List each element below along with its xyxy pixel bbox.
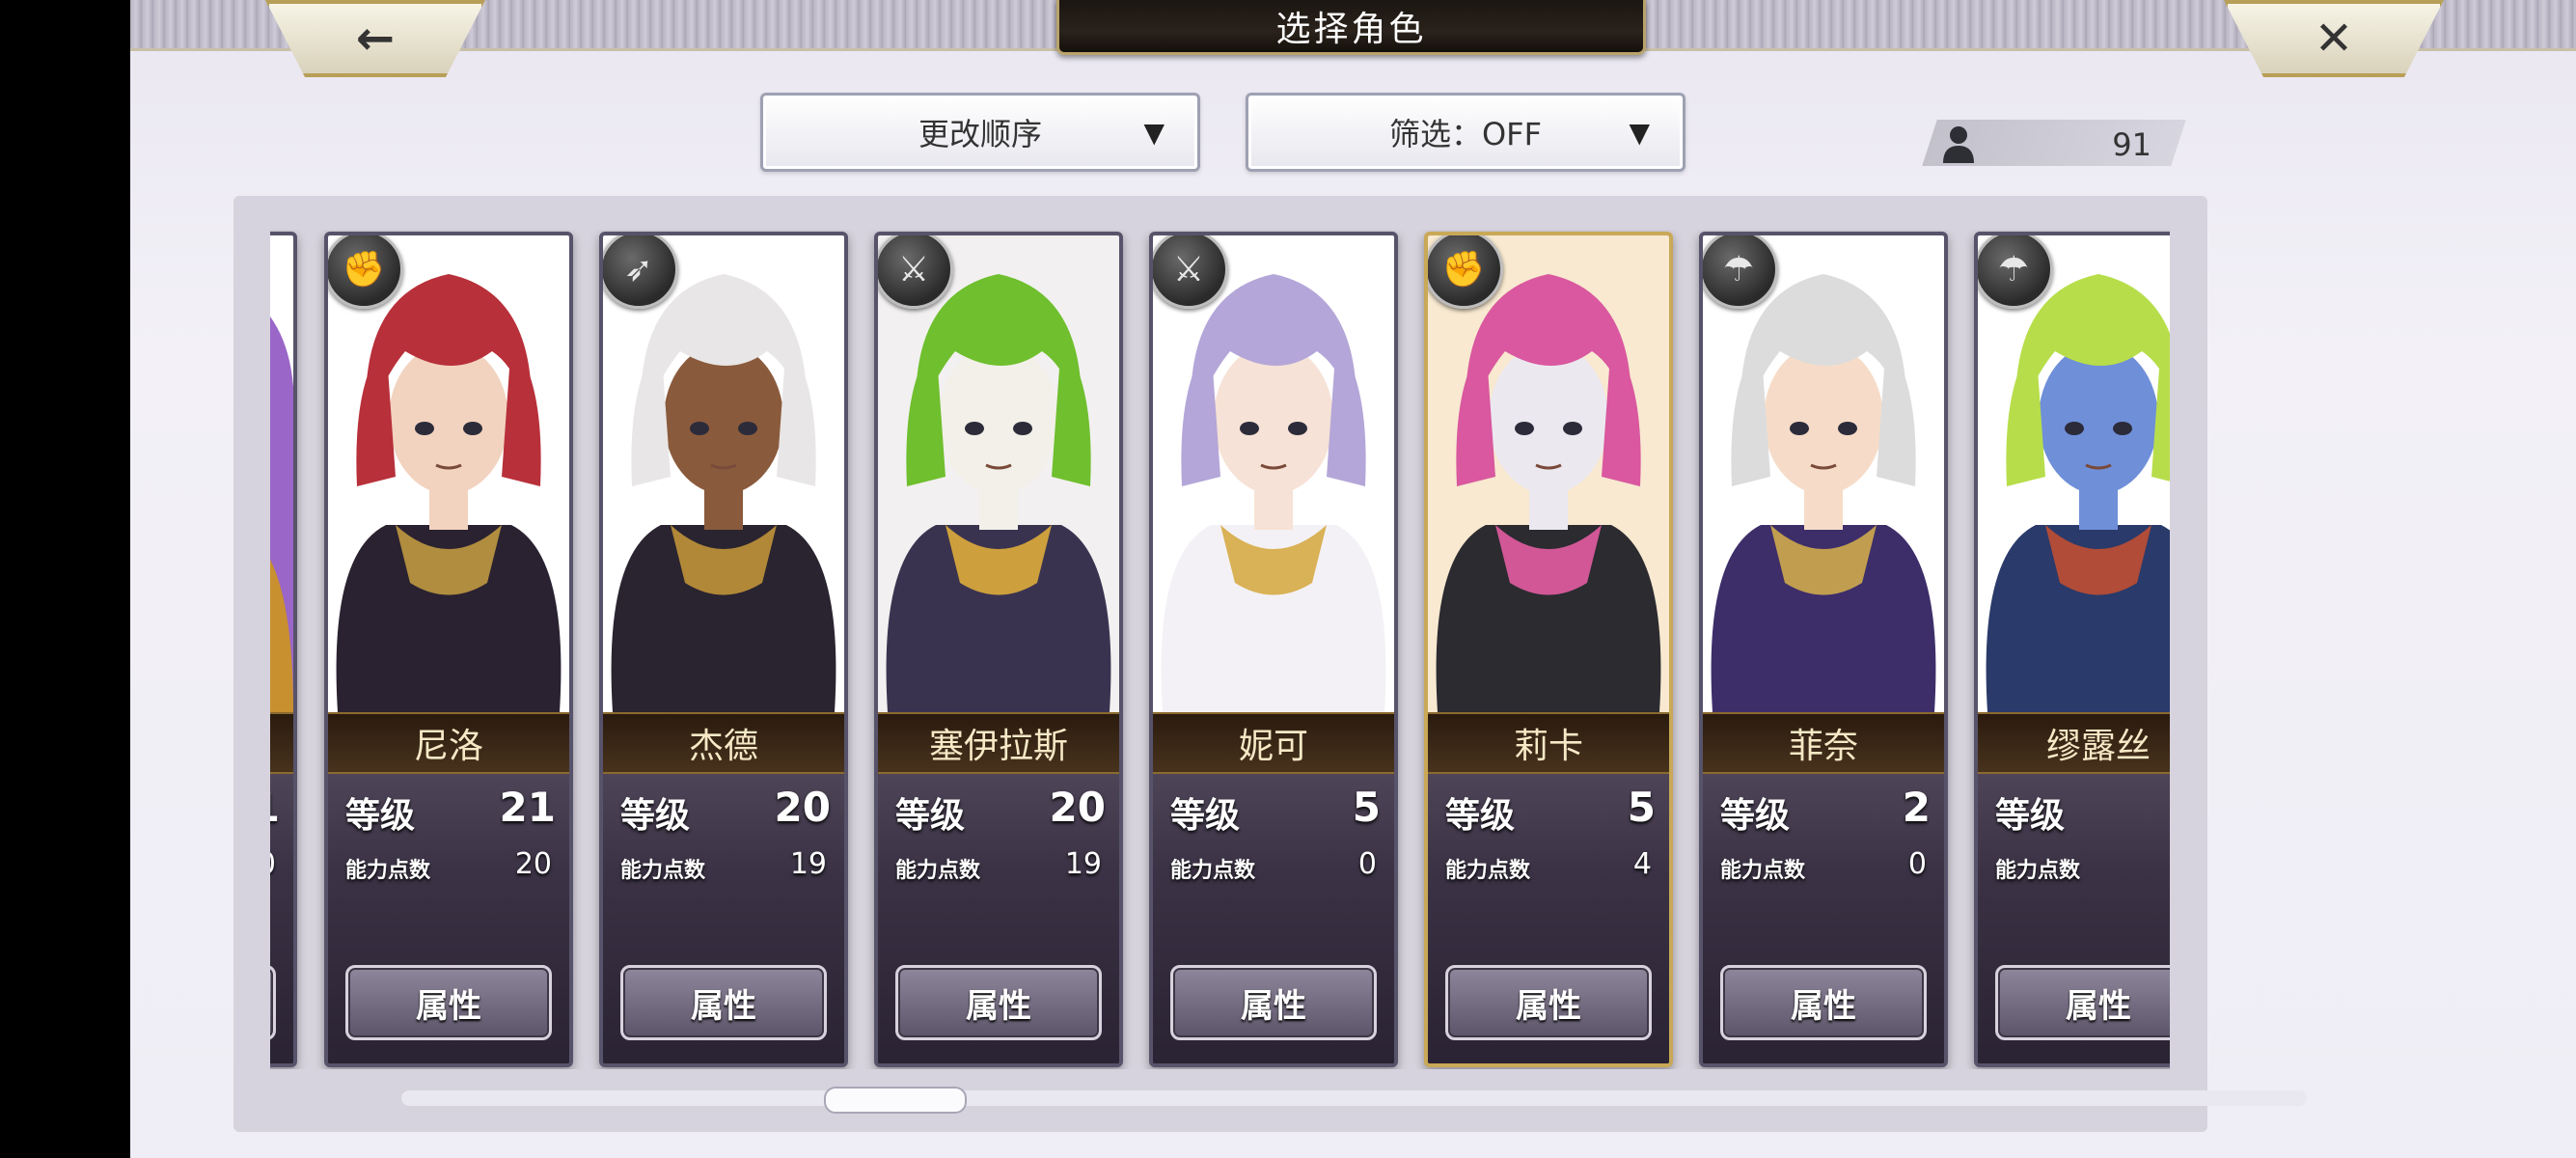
character-name-plate: 塞伊拉斯 bbox=[878, 712, 1119, 774]
character-name-plate: 莉卡 bbox=[1428, 712, 1669, 774]
character-name: 杰德 bbox=[688, 727, 758, 766]
character-name: 尼洛 bbox=[413, 727, 483, 766]
attributes-button-label: 属性 bbox=[416, 986, 481, 1026]
page-title: 选择角色 bbox=[1275, 10, 1427, 49]
attributes-button[interactable]: 属性 bbox=[895, 965, 1102, 1040]
fist-icon: ✊ bbox=[328, 235, 403, 309]
attributes-button[interactable] bbox=[270, 965, 276, 1040]
character-ability-points: 19 bbox=[789, 847, 827, 881]
character-name-plate: 杰德 bbox=[603, 712, 844, 774]
character-stats: 尼洛 等级 21 能力点数 20 属性 bbox=[328, 712, 569, 1063]
attributes-button-label: 属性 bbox=[691, 986, 756, 1026]
level-label: 等级 bbox=[895, 796, 966, 836]
character-ability-points: 0 bbox=[1907, 847, 1927, 881]
character-level: 2 bbox=[1902, 784, 1931, 831]
character-stats: 缪露丝 等级 能力点数 属性 bbox=[1978, 712, 2170, 1063]
back-arrow-icon: ← bbox=[355, 12, 396, 66]
character-name: 妮可 bbox=[1238, 727, 1308, 766]
character-ability-points: 20 bbox=[270, 847, 276, 881]
staff-icon: ☂ bbox=[1703, 235, 1778, 309]
character-name-plate: 缪露丝 bbox=[1978, 712, 2170, 774]
level-label: 等级 bbox=[345, 796, 416, 836]
character-level: 5 bbox=[1352, 784, 1381, 831]
level-label: 等级 bbox=[1445, 796, 1516, 836]
close-icon: ✕ bbox=[2314, 12, 2354, 66]
level-label: 等级 bbox=[1995, 796, 2066, 836]
ability-points-label: 能力点数 bbox=[1170, 859, 1256, 883]
person-icon bbox=[1943, 126, 1974, 163]
character-level: 21 bbox=[270, 784, 280, 831]
sword-icon: ⚔ bbox=[878, 235, 953, 309]
title-plate: 选择角色 bbox=[1056, 0, 1646, 55]
character-name-plate: 妮可 bbox=[1153, 712, 1394, 774]
chevron-down-icon: ▼ bbox=[1143, 117, 1165, 149]
ability-points-label: 能力点数 bbox=[895, 859, 981, 883]
sort-order-label: 更改顺序 bbox=[918, 116, 1042, 152]
character-card[interactable]: ☂ 缪露丝 等级 能力点数 属性 bbox=[1974, 232, 2170, 1067]
character-name-plate bbox=[270, 712, 293, 774]
character-card[interactable]: ✊ 莉卡 等级 5 能力点数 4 属性 bbox=[1424, 232, 1673, 1067]
character-carousel[interactable]: 21 20 ✊ bbox=[270, 230, 2170, 1069]
character-card[interactable]: ☂ 菲奈 等级 2 能力点数 0 属性 bbox=[1699, 232, 1948, 1067]
roster-count: 91 bbox=[2112, 126, 2151, 163]
character-stats: 妮可 等级 5 能力点数 0 属性 bbox=[1153, 712, 1394, 1063]
character-stats: 21 20 bbox=[270, 712, 293, 1063]
character-name: 缪露丝 bbox=[2045, 727, 2151, 766]
character-portrait bbox=[270, 235, 293, 712]
level-label: 等级 bbox=[620, 796, 691, 836]
staff-icon: ☂ bbox=[1978, 235, 2053, 309]
ability-points-label: 能力点数 bbox=[1995, 859, 2081, 883]
sort-order-dropdown[interactable]: 更改顺序 ▼ bbox=[760, 93, 1200, 172]
character-ability-points: 19 bbox=[1064, 847, 1102, 881]
attributes-button[interactable]: 属性 bbox=[1720, 965, 1927, 1040]
character-ability-points: 4 bbox=[1632, 847, 1652, 881]
character-stats: 杰德 等级 20 能力点数 19 属性 bbox=[603, 712, 844, 1063]
character-ability-points: 0 bbox=[1357, 847, 1377, 881]
ability-points-label: 能力点数 bbox=[620, 859, 706, 883]
spear-icon: ➶ bbox=[603, 235, 678, 309]
ability-points-label: 能力点数 bbox=[345, 859, 431, 883]
attributes-button[interactable]: 属性 bbox=[620, 965, 827, 1040]
attributes-button[interactable]: 属性 bbox=[1995, 965, 2170, 1040]
attributes-button[interactable]: 属性 bbox=[1170, 965, 1377, 1040]
filter-label: 筛选：OFF bbox=[1388, 116, 1542, 152]
character-card[interactable]: ✊ 尼洛 等级 21 能力点数 20 属性 bbox=[324, 232, 573, 1067]
character-level: 21 bbox=[499, 784, 556, 831]
close-button[interactable]: ✕ bbox=[2224, 0, 2444, 77]
character-name-plate: 尼洛 bbox=[328, 712, 569, 774]
character-card[interactable]: ⚔ 塞伊拉斯 等级 20 能力点数 19 属性 bbox=[874, 232, 1123, 1067]
attributes-button[interactable]: 属性 bbox=[1445, 965, 1652, 1040]
carousel-scrollbar-thumb[interactable] bbox=[824, 1087, 968, 1114]
ability-points-label: 能力点数 bbox=[1720, 859, 1806, 883]
attributes-button[interactable]: 属性 bbox=[345, 965, 552, 1040]
filter-dropdown[interactable]: 筛选：OFF ▼ bbox=[1246, 93, 1685, 172]
character-card-partial[interactable]: 21 20 bbox=[270, 232, 297, 1067]
character-name: 塞伊拉斯 bbox=[928, 727, 1068, 766]
fist-icon: ✊ bbox=[1428, 235, 1503, 309]
back-button[interactable]: ← bbox=[265, 0, 485, 77]
character-level: 5 bbox=[1627, 784, 1656, 831]
character-card[interactable]: ➶ 杰德 等级 20 能力点数 19 属性 bbox=[599, 232, 848, 1067]
character-level: 20 bbox=[774, 784, 831, 831]
character-stats: 莉卡 等级 5 能力点数 4 属性 bbox=[1428, 712, 1669, 1063]
character-level: 20 bbox=[1049, 784, 1106, 831]
ability-points-label: 能力点数 bbox=[1445, 859, 1531, 883]
carousel-scrollbar[interactable] bbox=[401, 1090, 2307, 1106]
character-name-plate: 菲奈 bbox=[1703, 712, 1944, 774]
attributes-button-label: 属性 bbox=[966, 986, 1031, 1026]
attributes-button-label: 属性 bbox=[1516, 986, 1581, 1026]
level-label: 等级 bbox=[1170, 796, 1241, 836]
attributes-button-label: 属性 bbox=[1241, 986, 1306, 1026]
attributes-button-label: 属性 bbox=[1791, 986, 1856, 1026]
character-stats: 塞伊拉斯 等级 20 能力点数 19 属性 bbox=[878, 712, 1119, 1063]
chevron-down-icon: ▼ bbox=[1629, 117, 1650, 149]
sword-icon: ⚔ bbox=[1153, 235, 1228, 309]
character-stats: 菲奈 等级 2 能力点数 0 属性 bbox=[1703, 712, 1944, 1063]
character-ability-points: 20 bbox=[514, 847, 552, 881]
level-label: 等级 bbox=[1720, 796, 1791, 836]
character-name: 莉卡 bbox=[1513, 727, 1583, 766]
character-name: 菲奈 bbox=[1788, 727, 1858, 766]
attributes-button-label: 属性 bbox=[2066, 986, 2131, 1026]
character-card[interactable]: ⚔ 妮可 等级 5 能力点数 0 属性 bbox=[1149, 232, 1398, 1067]
